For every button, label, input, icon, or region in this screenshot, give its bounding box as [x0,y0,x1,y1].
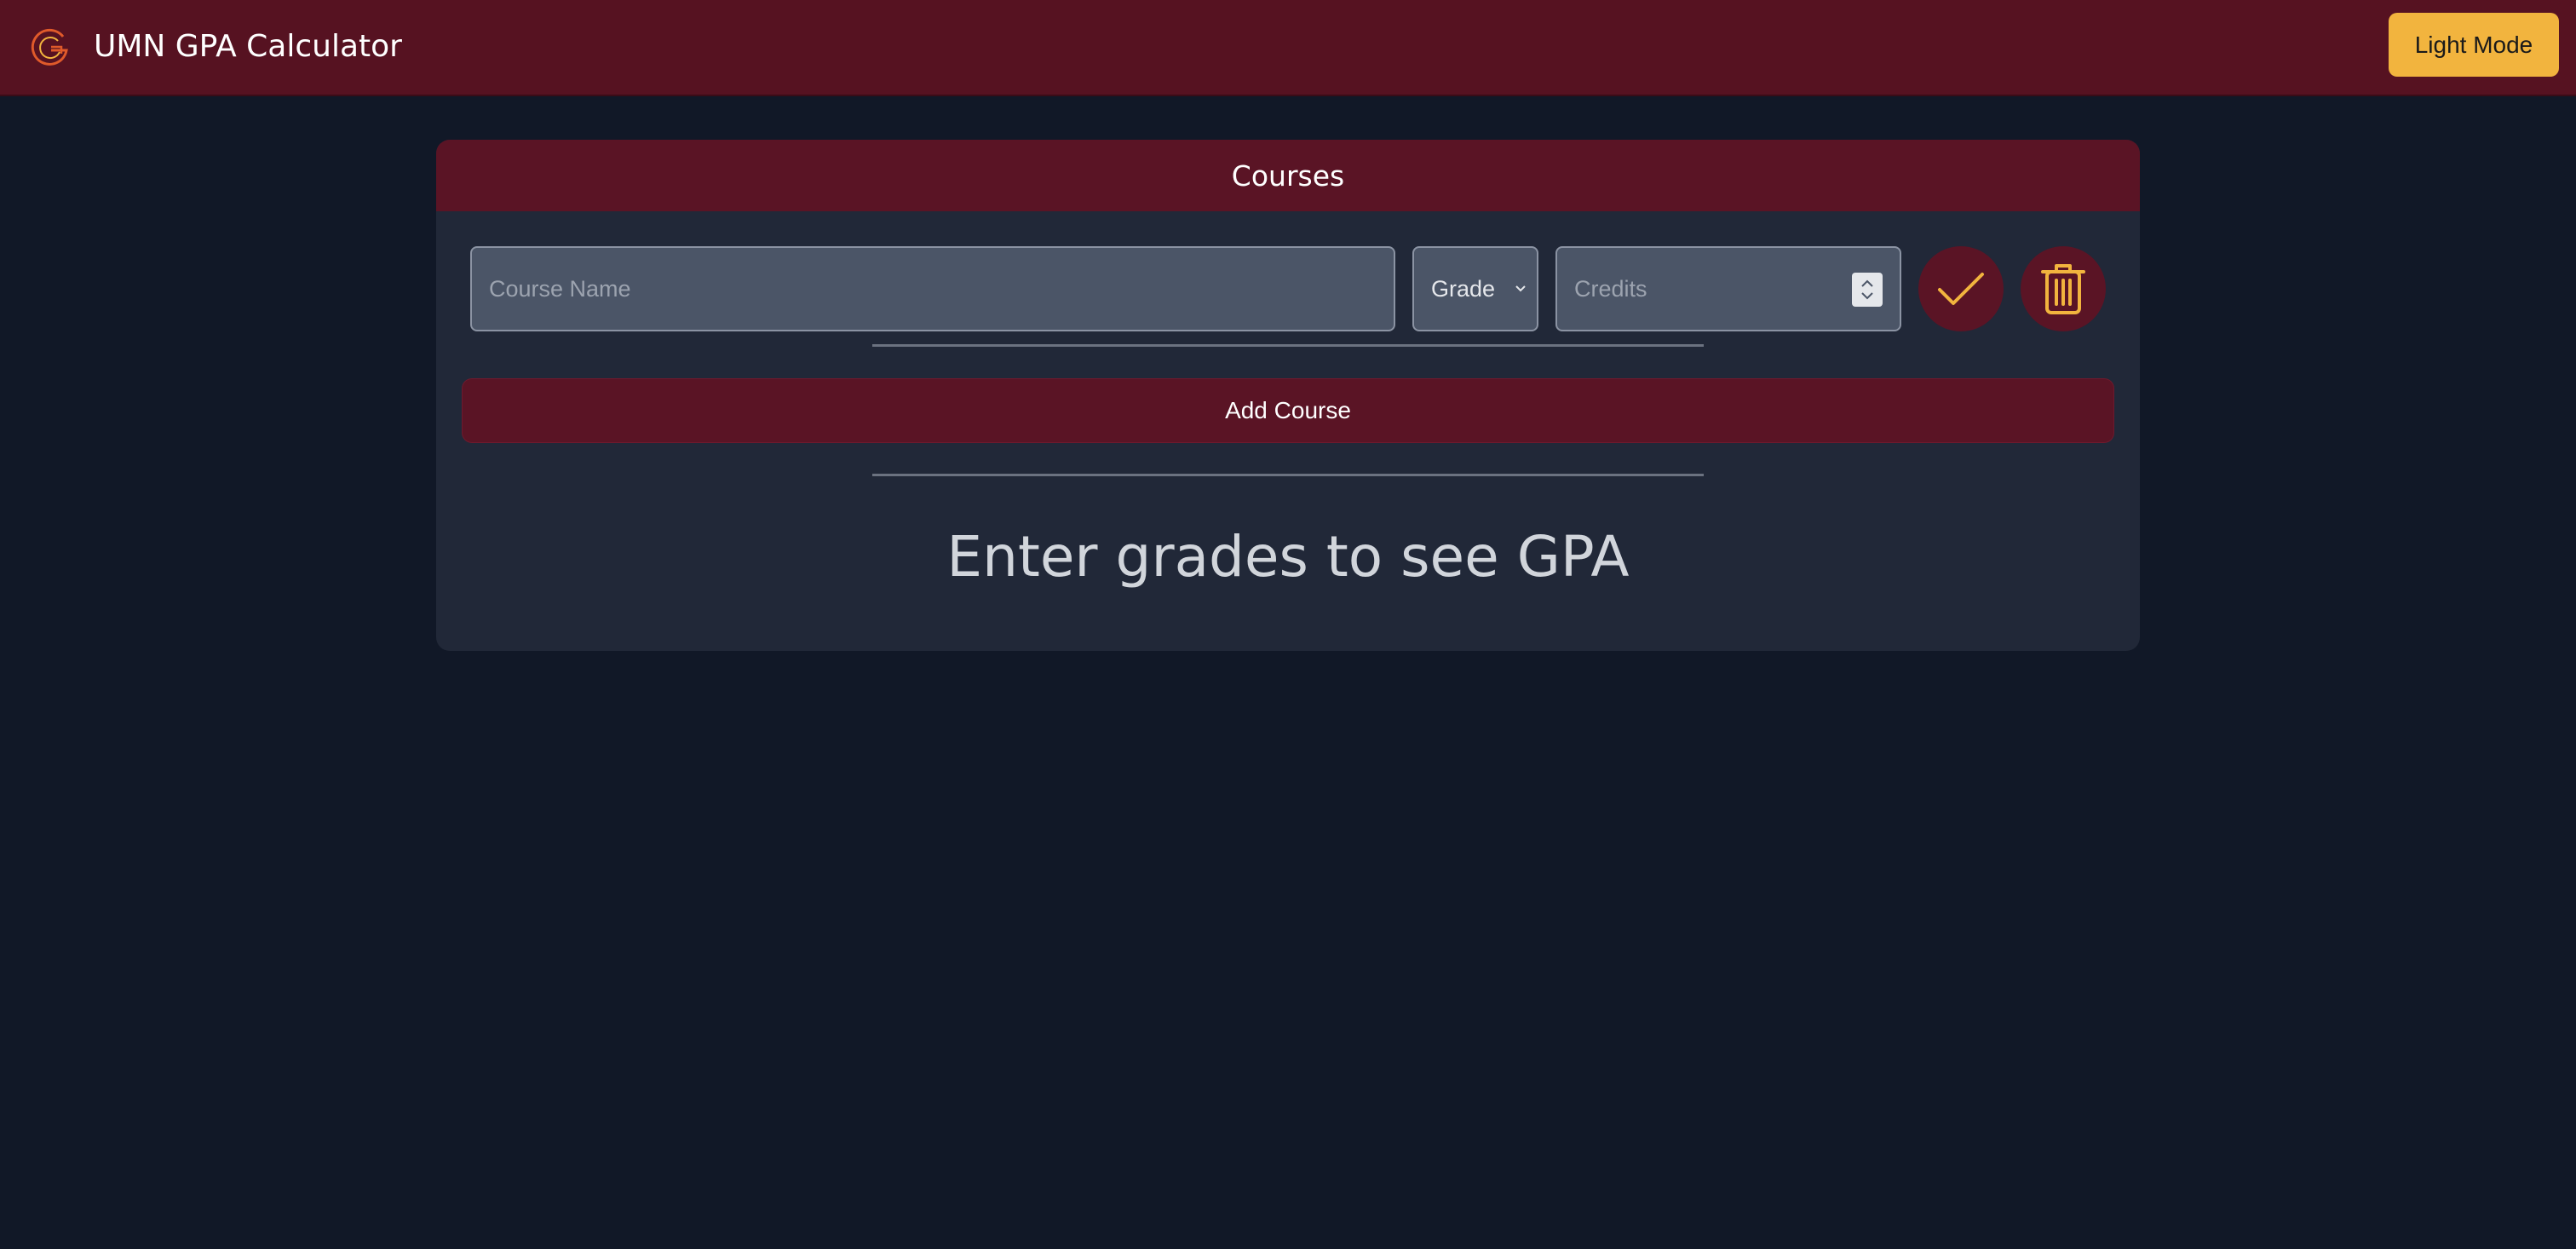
course-name-input[interactable] [470,246,1395,331]
courses-title: Courses [1231,158,1345,193]
courses-card-header: Courses [436,140,2140,211]
trash-icon [2041,264,2085,314]
divider [872,344,1704,347]
delete-course-button[interactable] [2021,246,2106,331]
confirm-course-button[interactable] [1918,246,2004,331]
grade-select[interactable]: Grade [1412,246,1538,331]
app-title: UMN GPA Calculator [94,29,402,64]
grade-select-value: Grade [1431,275,1496,302]
add-course-button[interactable]: Add Course [462,378,2114,443]
divider [872,474,1704,476]
light-mode-button[interactable]: Light Mode [2389,13,2559,77]
g-logo-icon [31,28,68,66]
credits-input[interactable] [1555,246,1901,331]
courses-card: Courses Grade Add Course Enter grades to… [436,140,2140,651]
chevron-down-icon [1515,285,1526,292]
credits-stepper-icon[interactable] [1852,273,1883,307]
check-icon [1938,273,1984,305]
gpa-result-text: Enter grades to see GPA [946,524,1630,590]
top-navbar: UMN GPA Calculator Light Mode [0,0,2576,96]
